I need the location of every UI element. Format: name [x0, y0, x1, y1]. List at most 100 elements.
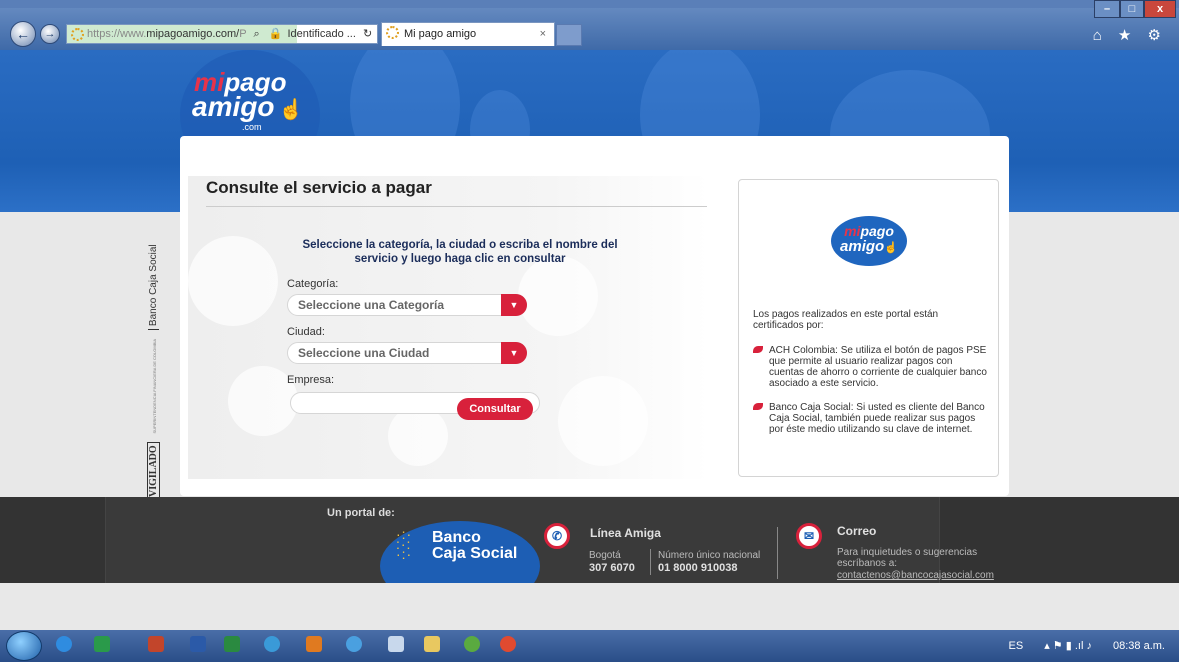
back-icon[interactable]: ← — [10, 21, 36, 47]
city-select[interactable]: Seleccione una Ciudad ▼ — [287, 342, 527, 364]
search-icon[interactable]: ⌕ — [253, 28, 259, 40]
forward-icon[interactable]: → — [40, 24, 60, 44]
side-logo-amigo: amigo — [840, 238, 885, 255]
start-button[interactable] — [6, 631, 42, 661]
category-select-value: Seleccione una Categoría — [298, 298, 445, 312]
correo-title: Correo — [837, 524, 877, 538]
tab-title: Mi pago amigo — [404, 28, 477, 40]
vigilado-strip: VIGILADO SUPERINTENDENCIA FINANCIERA DE … — [140, 244, 170, 500]
clock[interactable]: 08:38 a.m. — [1113, 640, 1165, 652]
media-icon[interactable] — [306, 636, 322, 652]
category-label: Categoría: — [287, 278, 339, 290]
hand-pointer-icon: ☝ — [884, 242, 898, 254]
maximize-button[interactable]: □ — [1120, 0, 1144, 18]
certification-panel: mipago amigo☝ Los pagos realizados en es… — [738, 179, 999, 477]
city-label: Ciudad: — [287, 326, 325, 338]
window-titlebar — [0, 0, 1179, 8]
phone-divider — [650, 549, 651, 575]
publisher-icon[interactable] — [94, 636, 110, 652]
linea-amiga-title: Línea Amiga — [590, 526, 661, 540]
minimize-button[interactable]: – — [1094, 0, 1120, 18]
app-icon[interactable] — [464, 636, 480, 652]
url-prefix: https://www. — [87, 28, 147, 40]
lock-icon: 🔒 — [268, 28, 283, 40]
bullet-ach-text: ACH Colombia: Se utiliza el botón de pag… — [769, 345, 987, 389]
page-body: mipago amigo ☝ .com VIGILADO SUPERINTEND… — [0, 50, 1179, 630]
category-select[interactable]: Seleccione una Categoría ▼ — [287, 294, 527, 316]
chevron-down-icon[interactable]: ▼ — [501, 294, 527, 316]
consultar-button[interactable]: Consultar — [457, 398, 533, 420]
side-logo-pago: pago — [860, 223, 894, 239]
bank-logo-text[interactable]: Banco Caja Social — [432, 530, 517, 562]
tab-favicon-icon — [386, 26, 399, 39]
document-icon[interactable] — [388, 636, 404, 652]
main-card: Consulte el servicio a pagar Seleccione … — [180, 136, 1009, 496]
form-instructions: Seleccione la categoría, la ciudad o esc… — [302, 239, 618, 265]
national-label: Número único nacional — [658, 550, 761, 561]
title-divider — [206, 206, 707, 207]
url-suffix: P — [239, 28, 247, 40]
excel-icon[interactable] — [224, 636, 240, 652]
phone-icon: ✆ — [544, 523, 570, 549]
tray-icons[interactable]: ▴ ⚑ ▮ .ıl ♪ — [1044, 640, 1092, 652]
tab-mi-pago-amigo[interactable]: Mi pago amigo × — [381, 22, 555, 46]
app-icon[interactable] — [346, 636, 362, 652]
correo-text: Para inquietudes o sugerencias escríbano… — [837, 547, 978, 569]
side-logo-mi: mi — [844, 223, 861, 239]
bank-dots-icon: ·:·:·: ·:· — [396, 526, 413, 562]
bullet-bcs-text: Banco Caja Social: Si usted es cliente d… — [769, 402, 985, 435]
security-label[interactable]: Identificado ... — [287, 28, 356, 40]
windows-taskbar: ES ▴ ⚑ ▮ .ıl ♪ 08:38 a.m. — [0, 630, 1179, 662]
side-logo: mipago amigo☝ — [831, 216, 907, 266]
word-icon[interactable] — [190, 636, 206, 652]
decor-circle — [388, 406, 448, 466]
url-text: https://www.mipagoamigo.com/P — [87, 28, 246, 40]
hand-pointer-icon: ☝ — [278, 99, 304, 121]
toolbar-icons[interactable]: ⌂ ★ ⚙ — [1093, 26, 1167, 44]
leaf-bullet-icon — [753, 403, 763, 410]
form-header-bg — [188, 136, 708, 176]
close-window-button[interactable]: x — [1144, 0, 1176, 18]
powerpoint-icon[interactable] — [148, 636, 164, 652]
ie-icon[interactable] — [56, 636, 72, 652]
superintendencia-label: SUPERINTENDENCIA FINANCIERA DE COLOMBIA — [152, 338, 157, 434]
close-icon[interactable]: × — [540, 23, 546, 45]
bank-name-line1: Banco — [432, 529, 481, 546]
city-select-value: Seleccione una Ciudad — [298, 346, 430, 360]
refresh-icon[interactable]: ↻ — [363, 28, 372, 40]
folder-icon[interactable] — [424, 636, 440, 652]
correo-link[interactable]: contactenos@bancocajasocial.com — [837, 570, 994, 581]
bogota-label: Bogotá — [589, 550, 621, 561]
footer-divider — [777, 527, 778, 579]
company-label: Empresa: — [287, 374, 335, 386]
leaf-bullet-icon — [753, 346, 763, 353]
page-title: Consulte el servicio a pagar — [206, 178, 432, 197]
decor-circle — [558, 376, 648, 466]
vigilado-label: VIGILADO — [147, 442, 160, 500]
language-indicator[interactable]: ES — [1008, 640, 1023, 652]
national-phone: 01 8000 910038 — [658, 562, 738, 574]
vigilado-bank: Banco Caja Social — [148, 244, 159, 331]
browser-chrome: – □ x ← → https://www.mipagoamigo.com/P … — [0, 0, 1179, 50]
certification-intro: Los pagos realizados en este portal está… — [753, 309, 939, 331]
site-favicon-icon — [71, 28, 84, 41]
url-domain: mipagoamigo.com/ — [146, 28, 240, 40]
mail-icon: ✉ — [796, 523, 822, 549]
logo-com: .com — [242, 122, 262, 132]
decor-circle — [518, 256, 598, 336]
bogota-phone: 307 6070 — [589, 562, 635, 574]
bank-name-line2: Caja Social — [432, 545, 518, 562]
site-footer: Un portal de: ·:·:·: ·:· Banco Caja Socia… — [0, 497, 1179, 583]
decor-circle — [188, 236, 278, 326]
address-bar[interactable]: https://www.mipagoamigo.com/P ⌕ 🔒 Identi… — [66, 24, 378, 44]
portal-label: Un portal de: — [327, 507, 395, 519]
logo-amigo: amigo — [192, 91, 275, 122]
chevron-down-icon[interactable]: ▼ — [501, 342, 527, 364]
vigilado-text: VIGILADO SUPERINTENDENCIA FINANCIERA DE … — [147, 244, 164, 500]
system-tray: ES ▴ ⚑ ▮ .ıl ♪ 08:38 a.m. — [1008, 639, 1165, 652]
chrome-icon[interactable] — [500, 636, 516, 652]
form-panel — [188, 176, 708, 479]
app-icon[interactable] — [264, 636, 280, 652]
bullet-bcs: Banco Caja Social: Si usted es cliente d… — [753, 402, 989, 435]
new-tab-button[interactable] — [556, 24, 582, 46]
